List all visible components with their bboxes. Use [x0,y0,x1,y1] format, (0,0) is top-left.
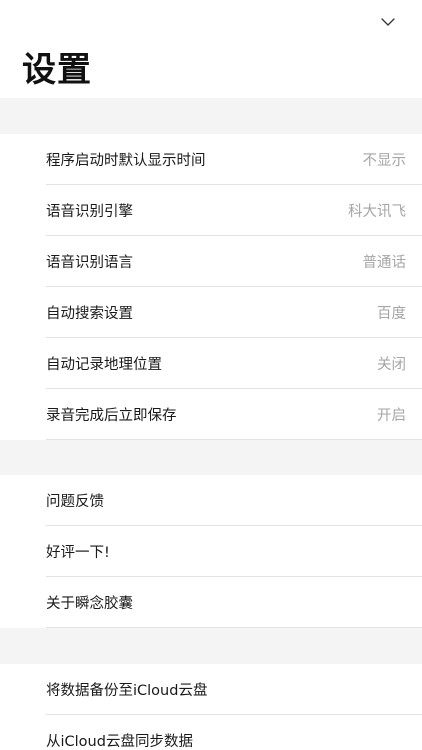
top-bar [0,0,422,44]
setting-label: 自动记录地理位置 [46,357,162,373]
collapse-button[interactable] [376,10,400,34]
setting-row-auto-location[interactable]: 自动记录地理位置 关闭 [0,338,422,389]
icloud-group: 将数据备份至iCloud云盘 从iCloud云盘同步数据 [0,664,422,750]
preferences-group: 程序启动时默认显示时间 不显示 语音识别引擎 科大讯飞 语音识别语言 普通话 自… [0,134,422,440]
section-separator [0,440,422,475]
section-separator [0,628,422,664]
setting-row-speech-engine[interactable]: 语音识别引擎 科大讯飞 [0,185,422,236]
setting-label: 录音完成后立即保存 [46,408,177,424]
setting-value: 开启 [377,408,406,424]
section-separator [0,98,422,134]
chevron-down-icon[interactable] [381,17,395,27]
support-group: 问题反馈 好评一下! 关于瞬念胶囊 [0,475,422,628]
setting-value: 百度 [377,306,406,322]
row-label: 从iCloud云盘同步数据 [46,734,193,750]
setting-value: 不显示 [362,153,407,169]
row-label: 好评一下! [46,545,110,561]
setting-value: 普通话 [362,255,407,271]
setting-row-speech-language[interactable]: 语音识别语言 普通话 [0,236,422,287]
setting-label: 语音识别语言 [46,255,133,271]
row-label: 关于瞬念胶囊 [46,596,133,612]
row-label: 将数据备份至iCloud云盘 [46,683,208,699]
setting-row-save-after-recording[interactable]: 录音完成后立即保存 开启 [0,389,422,440]
page-title: 设置 [22,50,92,90]
setting-label: 自动搜索设置 [46,306,133,322]
rate-app-row[interactable]: 好评一下! [0,526,422,577]
setting-label: 语音识别引擎 [46,204,133,220]
feedback-row[interactable]: 问题反馈 [0,475,422,526]
settings-screen: 设置 程序启动时默认显示时间 不显示 语音识别引擎 科大讯飞 语音识别语言 普通… [0,0,422,750]
setting-row-launch-time[interactable]: 程序启动时默认显示时间 不显示 [0,134,422,185]
about-row[interactable]: 关于瞬念胶囊 [0,577,422,628]
setting-value: 关闭 [377,357,406,373]
setting-row-auto-search[interactable]: 自动搜索设置 百度 [0,287,422,338]
icloud-sync-row[interactable]: 从iCloud云盘同步数据 [0,715,422,750]
row-label: 问题反馈 [46,494,104,510]
setting-value: 科大讯飞 [348,204,406,220]
setting-label: 程序启动时默认显示时间 [46,153,206,169]
icloud-backup-row[interactable]: 将数据备份至iCloud云盘 [0,664,422,715]
